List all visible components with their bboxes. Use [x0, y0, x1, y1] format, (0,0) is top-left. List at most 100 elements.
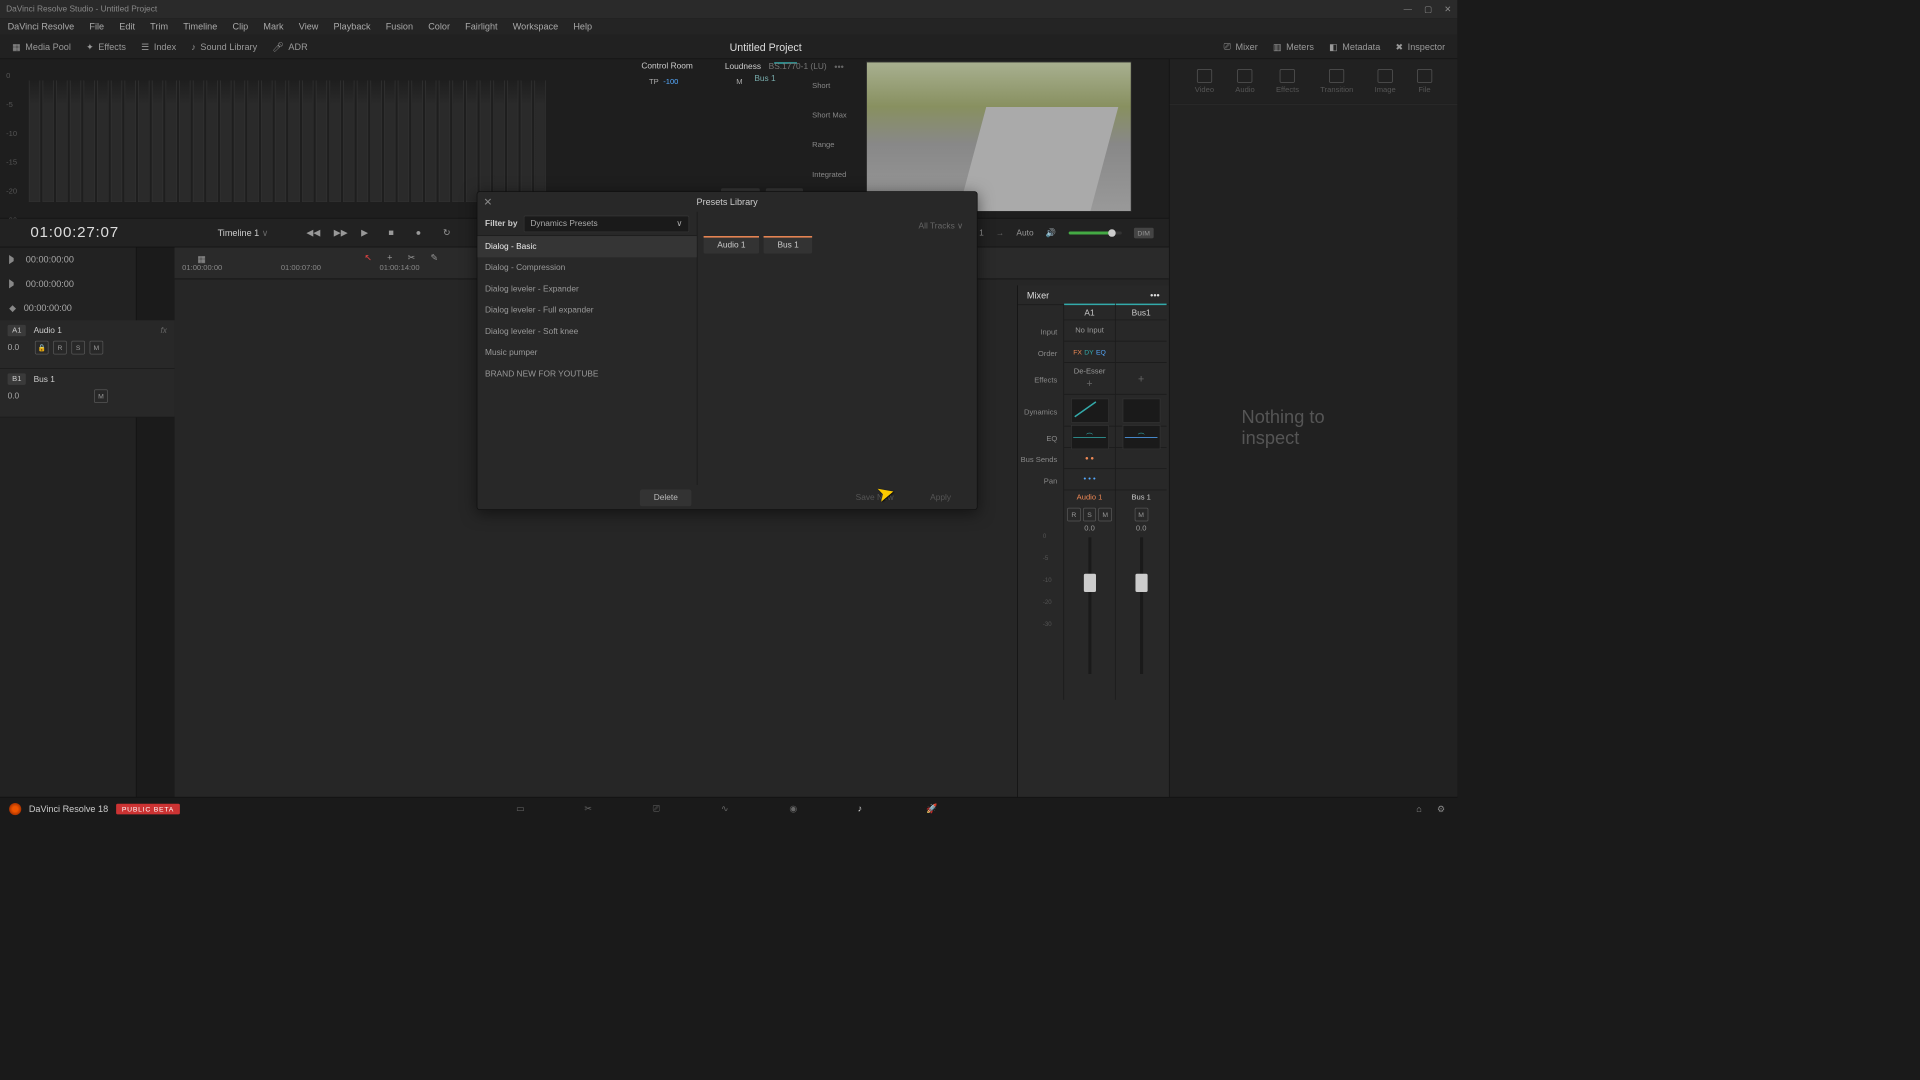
- inspector-tab-image[interactable]: Image: [1375, 69, 1396, 94]
- tc-row[interactable]: ◆00:00:00:00: [0, 296, 136, 320]
- mixer-menu-icon[interactable]: •••: [1150, 290, 1160, 301]
- menu-item[interactable]: Edit: [119, 21, 135, 32]
- fairlight-page-icon[interactable]: ♪: [858, 803, 873, 815]
- all-tracks-dropdown[interactable]: All Tracks ∨: [704, 218, 971, 234]
- inspector-tab-effects[interactable]: Effects: [1276, 69, 1299, 94]
- timecode-display[interactable]: 01:00:27:07: [30, 224, 119, 241]
- automation-mode[interactable]: Auto: [1016, 228, 1033, 237]
- window-title: DaVinci Resolve Studio - Untitled Projec…: [6, 5, 157, 14]
- effects-button[interactable]: ✦Effects: [86, 41, 126, 52]
- close-icon[interactable]: ✕: [1444, 4, 1451, 14]
- tc-row[interactable]: 00:00:00:00: [0, 272, 136, 296]
- razor-tool-icon[interactable]: ✂: [408, 252, 416, 263]
- close-icon[interactable]: ✕: [483, 196, 492, 209]
- record-icon[interactable]: ●: [416, 227, 428, 239]
- preset-item[interactable]: Music pumper: [477, 342, 696, 363]
- media-pool-button[interactable]: ▦Media Pool: [12, 41, 71, 52]
- add-tool-icon[interactable]: +: [387, 252, 392, 263]
- fader[interactable]: [1088, 537, 1091, 674]
- preset-item[interactable]: Dialog leveler - Full expander: [477, 300, 696, 321]
- menu-item[interactable]: DaVinci Resolve: [8, 21, 75, 32]
- mute-button[interactable]: M: [94, 389, 108, 403]
- inspector-tab-transition[interactable]: Transition: [1320, 69, 1353, 94]
- preset-item[interactable]: Dialog leveler - Soft knee: [477, 321, 696, 342]
- forward-icon[interactable]: ▶▶: [334, 227, 346, 239]
- sound-library-button[interactable]: ♪Sound Library: [191, 41, 257, 52]
- stop-icon[interactable]: ■: [388, 227, 400, 239]
- cut-page-icon[interactable]: ✂: [584, 803, 599, 815]
- loop-icon[interactable]: ↻: [443, 227, 455, 239]
- mixer-strip-bus1[interactable]: Bus1 + Bus 1 M 0.0: [1115, 305, 1167, 700]
- menu-item[interactable]: View: [299, 21, 319, 32]
- inspector-tab-file[interactable]: File: [1417, 69, 1432, 94]
- preset-item[interactable]: BRAND NEW FOR YOUTUBE: [477, 364, 696, 385]
- menu-item[interactable]: Mark: [263, 21, 283, 32]
- menu-item[interactable]: Trim: [150, 21, 168, 32]
- inspector-tab-audio[interactable]: Audio: [1235, 69, 1254, 94]
- dim-button[interactable]: DIM: [1134, 227, 1154, 238]
- inspector-button[interactable]: ✖Inspector: [1395, 41, 1445, 52]
- edit-tools: ↖ + ✂ ✎: [364, 252, 438, 263]
- preset-target-tab[interactable]: Audio 1: [704, 237, 760, 254]
- delete-button[interactable]: Delete: [640, 490, 691, 507]
- color-page-icon[interactable]: ◉: [789, 803, 804, 815]
- tc-row[interactable]: 00:00:00:00: [0, 247, 136, 271]
- mixer-row-labels: Input Order Effects Dynamics EQ Bus Send…: [1018, 305, 1064, 700]
- channel-meters: [29, 80, 546, 201]
- adr-button[interactable]: 🎤︎ADR: [272, 41, 307, 52]
- track-a1[interactable]: A1Audio 1fx 0.0 🔒 R S M: [0, 320, 175, 369]
- preset-target-tab[interactable]: Bus 1: [764, 237, 813, 254]
- mixer-panel: Mixer••• Input Order Effects Dynamics EQ…: [1017, 285, 1169, 797]
- loudness-stats: ShortShort MaxRangeIntegrated: [812, 82, 847, 200]
- track-b1[interactable]: B1Bus 1 0.0 M: [0, 369, 175, 418]
- fusion-page-icon[interactable]: ∿: [721, 803, 736, 815]
- volume-slider[interactable]: [1068, 231, 1121, 234]
- media-page-icon[interactable]: ▭: [516, 803, 531, 815]
- lock-icon[interactable]: 🔒: [35, 341, 49, 355]
- window-titlebar: DaVinci Resolve Studio - Untitled Projec…: [0, 0, 1457, 18]
- mixer-strip-a1[interactable]: A1 No Input FX DY EQ De-Esser+ ● ● • • •…: [1063, 305, 1115, 700]
- home-icon[interactable]: ⌂: [1416, 803, 1422, 814]
- preset-item[interactable]: Dialog leveler - Expander: [477, 279, 696, 300]
- settings-icon[interactable]: ⚙: [1437, 803, 1445, 814]
- menu-item[interactable]: Workspace: [513, 21, 558, 32]
- layout-icon[interactable]: ▦: [197, 254, 206, 265]
- edit-page-icon[interactable]: ⎚: [653, 803, 668, 815]
- menu-item[interactable]: Fusion: [386, 21, 413, 32]
- deliver-page-icon[interactable]: 🚀: [926, 803, 941, 815]
- filter-dropdown[interactable]: Dynamics Presets∨: [524, 215, 690, 232]
- index-button[interactable]: ☰Index: [141, 41, 176, 52]
- pointer-tool-icon[interactable]: ↖: [364, 252, 372, 263]
- menu-item[interactable]: Playback: [334, 21, 371, 32]
- speaker-icon[interactable]: 🔊: [1046, 228, 1056, 238]
- inspector-tab-video[interactable]: Video: [1195, 69, 1214, 94]
- pencil-tool-icon[interactable]: ✎: [430, 252, 438, 263]
- mixer-button[interactable]: ⎚Mixer: [1224, 41, 1258, 52]
- save-new-button[interactable]: Save New: [842, 490, 907, 507]
- solo-button[interactable]: S: [71, 341, 85, 355]
- meters-button[interactable]: ▥Meters: [1273, 41, 1314, 52]
- menu-item[interactable]: Help: [573, 21, 592, 32]
- menu-item[interactable]: Fairlight: [465, 21, 497, 32]
- minimize-icon[interactable]: —: [1404, 4, 1412, 14]
- filter-label: Filter by: [485, 219, 517, 228]
- fader[interactable]: [1140, 537, 1143, 674]
- maximize-icon[interactable]: ▢: [1424, 4, 1432, 14]
- mute-button[interactable]: M: [90, 341, 104, 355]
- menubar: DaVinci Resolve File Edit Trim Timeline …: [0, 18, 1457, 35]
- timeline-selector[interactable]: Timeline 1 ∨: [218, 227, 269, 238]
- rewind-icon[interactable]: ◀◀: [306, 227, 318, 239]
- window-controls: — ▢ ✕: [1404, 4, 1452, 14]
- preset-item[interactable]: Dialog - Compression: [477, 257, 696, 278]
- arm-button[interactable]: R: [53, 341, 67, 355]
- play-icon[interactable]: ▶: [361, 227, 373, 239]
- menu-item[interactable]: Clip: [232, 21, 248, 32]
- menu-item[interactable]: Color: [428, 21, 450, 32]
- preset-item[interactable]: Dialog - Basic: [477, 236, 696, 257]
- metadata-button[interactable]: ◧Metadata: [1329, 41, 1380, 52]
- apply-button[interactable]: Apply: [916, 490, 964, 507]
- menu-item[interactable]: Timeline: [183, 21, 217, 32]
- loudness-section: Loudness BS.1770-1 (LU) •••: [725, 61, 844, 72]
- menu-item[interactable]: File: [89, 21, 104, 32]
- inspector-panel: Video Audio Effects Transition Image Fil…: [1169, 59, 1457, 797]
